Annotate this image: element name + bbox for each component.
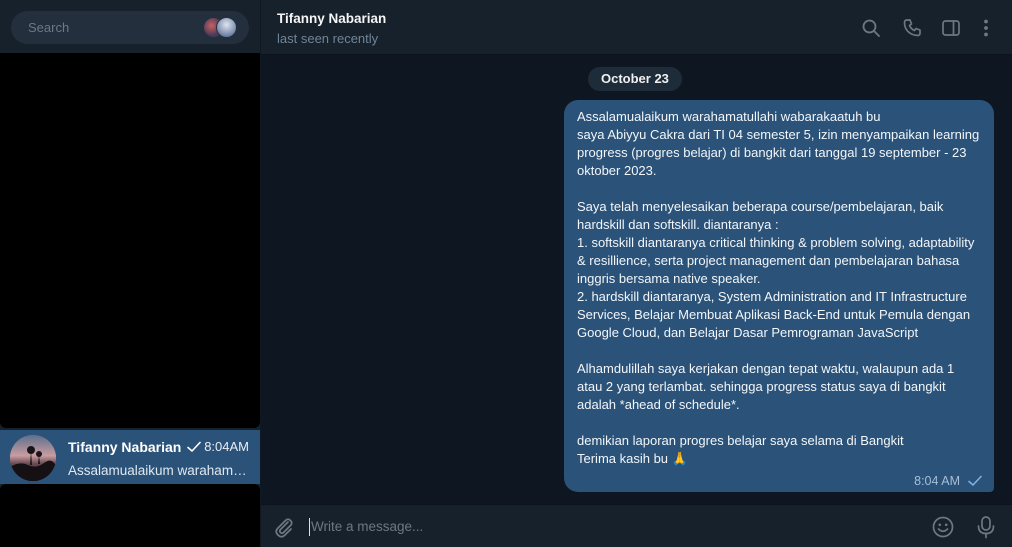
sidebar-toggle-icon[interactable]	[940, 17, 962, 39]
chat-meta: 8:04AM	[187, 439, 249, 454]
date-separator: October 23	[588, 67, 682, 91]
chat-name: Tifanny Nabarian	[68, 439, 182, 455]
message-time: 8:04 AM	[914, 474, 960, 488]
search-box[interactable]	[11, 11, 249, 44]
chat-preview: Assalamualaikum warahamatullahi wabaraka…	[68, 463, 248, 478]
avatar[interactable]	[216, 17, 237, 38]
composer	[261, 504, 1012, 547]
text-cursor	[309, 518, 310, 536]
message-input[interactable]	[311, 505, 911, 547]
check-icon	[187, 441, 201, 452]
more-vertical-icon[interactable]	[975, 17, 997, 39]
message-meta: 8:04 AM	[914, 474, 982, 488]
chat-header: Tifanny Nabarian last seen recently	[261, 0, 1012, 55]
chat-time: 8:04AM	[204, 439, 249, 454]
contact-name[interactable]: Tifanny Nabarian	[277, 11, 386, 26]
microphone-icon[interactable]	[975, 515, 997, 539]
chat-list-item[interactable]: Tifanny Nabarian 8:04AM Assalamualaikum …	[0, 430, 260, 484]
check-icon	[968, 475, 982, 486]
contact-status: last seen recently	[277, 31, 379, 46]
message-area[interactable]: October 23 Assalamualaikum warahamatulla…	[261, 55, 1012, 503]
avatar[interactable]	[10, 435, 56, 481]
chat-list-blank-area	[0, 53, 260, 428]
message-bubble[interactable]: Assalamualaikum warahamatullahi wabaraka…	[564, 100, 994, 492]
paperclip-icon[interactable]	[273, 516, 295, 538]
message-text: Assalamualaikum warahamatullahi wabaraka…	[577, 109, 980, 466]
search-input[interactable]	[11, 11, 191, 44]
emoji-icon[interactable]	[931, 515, 955, 539]
search-icon[interactable]	[860, 17, 882, 39]
chat-list-blank-area	[0, 484, 260, 547]
story-avatars[interactable]	[203, 17, 241, 38]
phone-icon[interactable]	[901, 17, 923, 39]
sidebar: Tifanny Nabarian 8:04AM Assalamualaikum …	[0, 0, 261, 547]
